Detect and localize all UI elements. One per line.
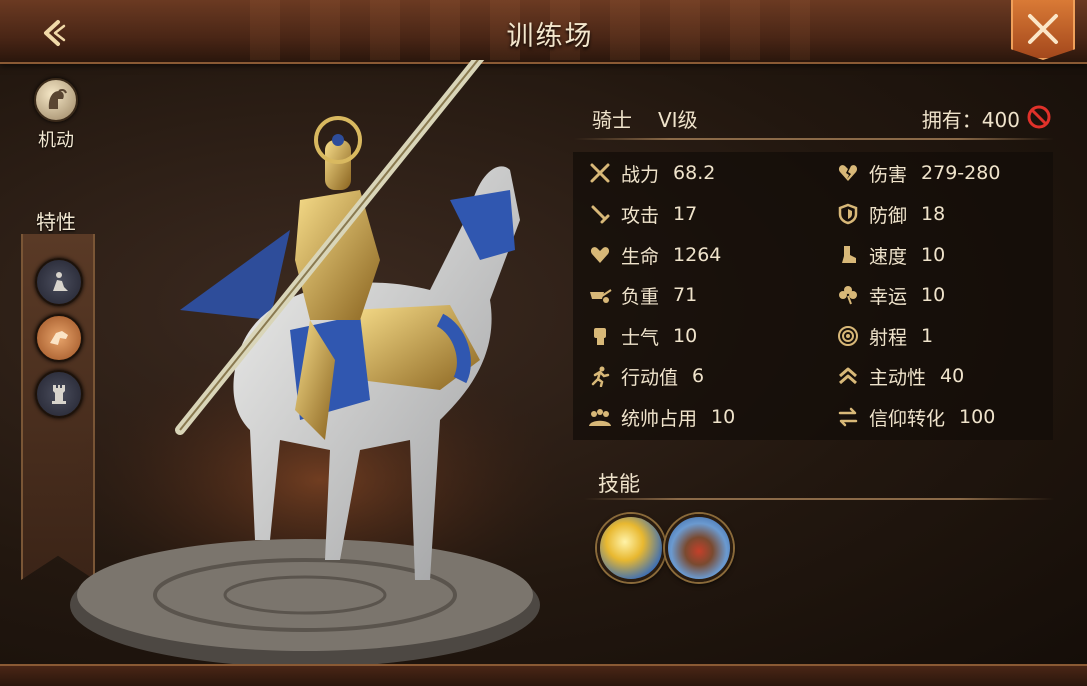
stat-label: 主动性 [869, 366, 927, 389]
stat-leadership: 统帅占用 10 [587, 402, 735, 432]
flaming-sword-skill-icon[interactable] [665, 514, 733, 582]
stat-value: 68.2 [673, 162, 716, 184]
stats-panel: 战力 68.2 攻击 17 生命 1264 负重 71 士气 10 行动值 6 … [573, 152, 1053, 440]
stat-label: 伤害 [869, 163, 908, 186]
stat-label: 士气 [621, 326, 660, 349]
stat-label: 统帅占用 [621, 407, 698, 430]
fist-icon [587, 323, 613, 349]
running-figure-icon [587, 363, 613, 389]
stat-label: 攻击 [621, 204, 660, 227]
back-chevron-icon [44, 20, 66, 46]
golden-wing-skill-icon[interactable] [597, 514, 665, 582]
shield-icon [835, 201, 861, 227]
unit-name: 骑士 [592, 108, 632, 132]
stat-value: 10 [711, 406, 736, 428]
stat-morale: 士气 10 [587, 321, 697, 351]
skills-title: 技能 [598, 472, 640, 496]
stat-health: 生命 1264 [587, 240, 721, 270]
bottom-border [0, 664, 1087, 686]
boot-icon [835, 242, 861, 268]
heart-icon [587, 242, 613, 268]
skills-divider [584, 498, 1054, 500]
unit-owned-count: 拥有：400 [921, 108, 1020, 132]
stat-value: 10 [921, 284, 946, 306]
stat-value: 100 [959, 406, 996, 428]
stat-initiative: 主动性 40 [835, 361, 964, 391]
stat-speed: 速度 10 [835, 240, 945, 270]
broken-heart-icon [835, 160, 861, 186]
crossed-swords-icon [587, 160, 613, 186]
unit-header-divider [574, 138, 1054, 140]
wheelbarrow-icon [587, 282, 613, 308]
stat-value: 10 [673, 325, 698, 347]
stat-label: 射程 [869, 326, 908, 349]
prohibited-icon[interactable] [1026, 104, 1052, 130]
page-title: 训练场 [506, 21, 594, 52]
stat-damage: 伤害 279-280 [835, 158, 1000, 188]
sword-icon [587, 201, 613, 227]
stat-defense: 防御 18 [835, 199, 945, 229]
stat-luck: 幸运 10 [835, 280, 945, 310]
stat-label: 负重 [621, 285, 660, 308]
stat-value: 6 [692, 365, 705, 387]
unit-header: 骑士 VI级 拥有：400 [574, 96, 1054, 136]
stat-value: 71 [673, 284, 698, 306]
stat-label: 速度 [869, 245, 908, 268]
close-icon [1028, 14, 1058, 44]
crowd-icon [587, 404, 613, 430]
stat-value: 279-280 [921, 162, 1001, 184]
stat-action-points: 行动值 6 [587, 361, 704, 391]
stat-label: 行动值 [621, 366, 679, 389]
stat-label: 防御 [869, 204, 908, 227]
stat-value: 10 [921, 244, 946, 266]
stat-power: 战力 68.2 [587, 158, 715, 188]
stat-value: 17 [673, 203, 698, 225]
clover-icon [835, 282, 861, 308]
double-chevron-up-icon [835, 363, 861, 389]
stat-faith-conversion: 信仰转化 100 [835, 402, 995, 432]
unit-level: VI级 [658, 108, 698, 132]
swap-arrows-icon [835, 404, 861, 430]
stat-value: 1 [921, 325, 934, 347]
stat-attack: 攻击 17 [587, 199, 697, 229]
target-icon [835, 323, 861, 349]
stat-value: 1264 [673, 244, 722, 266]
knight-unit-illustration [70, 60, 570, 667]
stat-label: 幸运 [869, 285, 908, 308]
stat-label: 信仰转化 [869, 407, 946, 430]
stat-label: 战力 [621, 163, 660, 186]
stat-label: 生命 [621, 245, 660, 268]
stat-load: 负重 71 [587, 280, 697, 310]
back-button[interactable] [30, 12, 76, 54]
close-button[interactable] [1011, 0, 1075, 60]
stat-value: 40 [940, 365, 965, 387]
stat-range: 射程 1 [835, 321, 933, 351]
stat-value: 18 [921, 203, 946, 225]
